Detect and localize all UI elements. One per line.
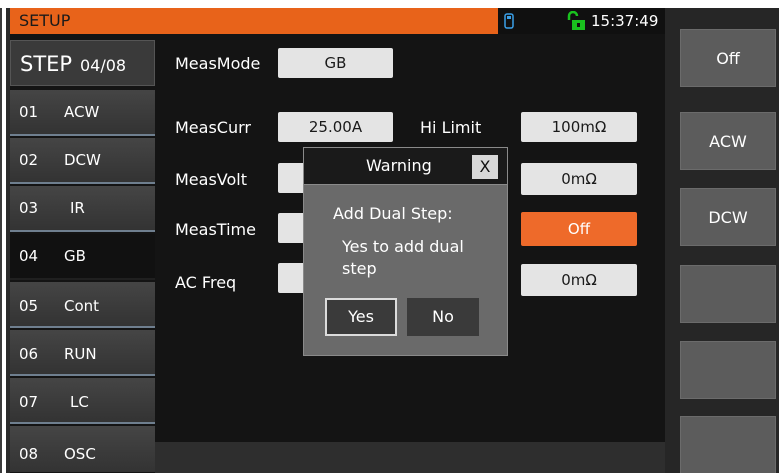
step-name: RUN	[64, 345, 97, 363]
softkey-empty-5[interactable]	[680, 341, 776, 399]
dialog-message-body: Yes to add dual step	[342, 237, 464, 278]
step-number: 06	[19, 345, 39, 363]
unlock-icon	[567, 11, 585, 30]
step-name: IR	[70, 199, 85, 217]
step-name: DCW	[64, 151, 101, 169]
yes-button[interactable]: Yes	[325, 298, 397, 336]
hi-limit-label: Hi Limit	[420, 118, 482, 137]
header-bar: SETUP 15:37:49	[10, 8, 665, 34]
clock: 15:37:49	[591, 12, 659, 30]
softkey-label: DCW	[708, 208, 748, 227]
dialog-message-title: Add Dual Step:	[333, 204, 453, 223]
step-number: 08	[19, 445, 39, 463]
close-button[interactable]: X	[472, 155, 498, 179]
warning-dialog: Warning X Add Dual Step: Yes to add dual…	[303, 147, 508, 356]
meas-curr-label: MeasCurr	[175, 118, 251, 137]
step-item-gb[interactable]: 04 GB	[10, 234, 155, 280]
usb-icon	[504, 13, 514, 29]
softkey-empty-4[interactable]	[680, 265, 776, 323]
selected-field[interactable]: Off	[521, 212, 637, 246]
step-number: 05	[19, 297, 39, 315]
softkey-label: ACW	[709, 132, 747, 151]
step-name: ACW	[64, 103, 100, 121]
hi-limit-field[interactable]: 100mΩ	[521, 112, 637, 142]
meas-mode-field[interactable]: GB	[278, 48, 393, 78]
softkey-label: Off	[716, 49, 740, 68]
page-title: SETUP	[19, 11, 71, 30]
lo-limit-field[interactable]: 0mΩ	[521, 163, 637, 195]
step-item-dcw[interactable]: 02 DCW	[10, 138, 155, 184]
step-name: LC	[70, 393, 89, 411]
step-counter: 04/08	[80, 56, 127, 75]
instrument-screen: SETUP 15:37:49 STEP 04/08 01 ACW 02 DCW …	[10, 8, 779, 473]
offset-field[interactable]: 0mΩ	[521, 264, 637, 296]
step-item-ir[interactable]: 03 IR	[10, 186, 155, 232]
meas-mode-label: MeasMode	[175, 54, 261, 73]
message-bar	[155, 442, 665, 473]
step-item-osc[interactable]: 08 OSC	[10, 426, 155, 472]
frame-edge	[0, 8, 2, 473]
status-area: 15:37:49	[498, 8, 665, 34]
dialog-title-bar: Warning X	[304, 148, 507, 185]
step-item-run[interactable]: 06 RUN	[10, 330, 155, 376]
meas-volt-label: MeasVolt	[175, 170, 247, 189]
dialog-title: Warning	[366, 156, 432, 175]
no-button[interactable]: No	[407, 298, 479, 336]
meas-curr-field[interactable]: 25.00A	[278, 112, 393, 142]
softkey-off[interactable]: Off	[680, 29, 776, 87]
step-number: 04	[19, 247, 39, 265]
step-number: 01	[19, 103, 39, 121]
softkey-acw[interactable]: ACW	[680, 112, 776, 170]
step-item-acw[interactable]: 01 ACW	[10, 90, 155, 136]
step-item-lc[interactable]: 07 LC	[10, 378, 155, 424]
step-label: STEP	[20, 52, 73, 76]
softkey-empty-6[interactable]	[680, 416, 776, 473]
ac-freq-label: AC Freq	[175, 273, 237, 292]
step-number: 02	[19, 151, 39, 169]
step-indicator: STEP 04/08	[10, 40, 155, 86]
meas-time-label: MeasTime	[175, 220, 256, 239]
softkey-dcw[interactable]: DCW	[680, 188, 776, 246]
step-name: OSC	[64, 445, 96, 463]
step-item-cont[interactable]: 05 Cont	[10, 282, 155, 328]
step-number: 07	[19, 393, 39, 411]
step-name: Cont	[64, 297, 100, 315]
step-number: 03	[19, 199, 39, 217]
step-name: GB	[64, 247, 86, 265]
